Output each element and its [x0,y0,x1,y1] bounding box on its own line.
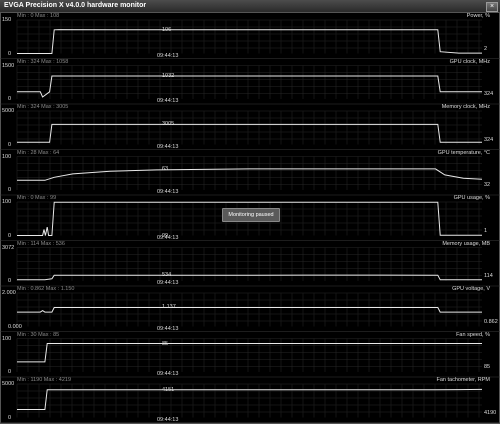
graph-time: 09:44:13 [157,416,179,423]
graph-y-min: 0 [8,369,12,375]
graph-minmax: Min : 0 Max : 99 [17,195,57,201]
graph-time: 09:44:13 [157,52,179,59]
graph-name: Fan tachometer, RPM [436,377,491,383]
graph-right-value: 114 [484,273,493,279]
graph-minmax: Min : 324 Max : 1058 [17,58,69,65]
graph-y-max: 2.000 [2,290,16,296]
graph-minmax: Min : 28 Max : 64 [17,149,60,156]
graph-y-max: 3072 [2,244,15,251]
graph-name: GPU clock, MHz [449,58,490,65]
graph-y-min: 0 [8,50,12,57]
graph-grid [16,247,482,281]
graph-time: 09:44:13 [157,371,179,377]
graph-time: 09:44:13 [157,325,179,332]
graph-time: 09:44:13 [157,189,179,195]
graph-y-max: 100 [2,335,12,342]
graph-panel[interactable] [0,65,500,105]
graph-time: 09:44:13 [157,280,179,286]
graph-y-max: 1500 [2,62,15,69]
graph-grid [16,65,482,99]
graph-name: Memory usage, MB [442,240,490,247]
graph-current-value: 63 [162,165,169,172]
graph-name: GPU voltage, V [452,286,490,292]
graph-y-max: 5000 [2,381,15,387]
graph-current-value: 106 [162,26,172,33]
graph-minmax: Min : 0.862 Max : 1.150 [17,286,75,292]
graph-right-value: 4190 [484,409,497,416]
graph-y-min: 0 [8,232,12,239]
graph-right-value: 32 [484,182,491,188]
graph-current-value: 1.137 [162,304,176,311]
graph-grid [16,292,482,327]
graph-series-line [17,123,482,143]
graph-series-line [17,307,482,313]
graph-name: GPU temperature, °C [437,149,490,156]
graph-right-value: 2 [484,45,488,52]
graph-minmax: Min : 1190 Max : 4219 [17,377,72,383]
graph-right-value: 85 [484,364,491,370]
graph-current-value: 4151 [162,386,175,393]
monitoring-paused-badge[interactable]: Monitoring paused [222,208,280,222]
graph-grid [16,19,482,54]
graph-y-min: 0 [8,96,12,102]
graph-current-value: 3005 [162,121,175,128]
graph-y-max: 100 [2,199,12,205]
graph-y-max: 150 [2,17,12,23]
graph-name: Power, % [466,13,490,19]
graph-panel[interactable] [0,247,500,287]
graph-current-value: 1032 [162,72,175,79]
graph-panel[interactable] [0,156,500,196]
graph-y-min: 0 [8,278,12,284]
graph-name: Fan speed, % [456,331,490,338]
graph-y-min: 0 [8,414,12,421]
graph-grid [16,110,482,145]
graph-time: 09:44:13 [157,143,179,150]
graph-minmax: Min : 0 Max : 108 [17,13,60,19]
graph-grid [16,383,482,418]
graph-panel[interactable] [0,110,500,150]
graph-minmax: Min : 114 Max : 536 [17,240,65,247]
graph-time: 09:44:13 [157,234,179,241]
graph-minmax: Min : 30 Max : 85 [17,331,60,338]
graph-y-min: 0 [8,141,12,148]
graph-current-value: 534 [162,272,172,279]
graph-panel[interactable] [0,383,500,423]
graph-panel[interactable] [0,292,500,332]
graph-time: 09:44:13 [157,98,179,104]
graph-y-max: 100 [2,153,12,160]
graph-y-min: 0 [8,187,12,193]
graph-panel[interactable] [0,19,500,59]
graph-right-value: 324 [484,136,494,143]
graph-panel[interactable] [0,338,500,378]
graph-y-max: 5000 [2,108,15,114]
graph-current-value: 85 [162,340,169,347]
graph-series-line [17,274,482,281]
graph-right-value: 324 [484,91,494,97]
graph-y-min: 0.000 [8,323,22,330]
graph-series-line [17,29,482,54]
graph-right-value: 1 [484,227,488,234]
graph-series-line [17,388,483,410]
graph-minmax: Min : 324 Max : 3005 [17,104,69,110]
graph-name: Memory clock, MHz [441,104,490,110]
graph-right-value: 0.862 [484,318,498,325]
graph-name: GPU usage, % [453,195,490,201]
